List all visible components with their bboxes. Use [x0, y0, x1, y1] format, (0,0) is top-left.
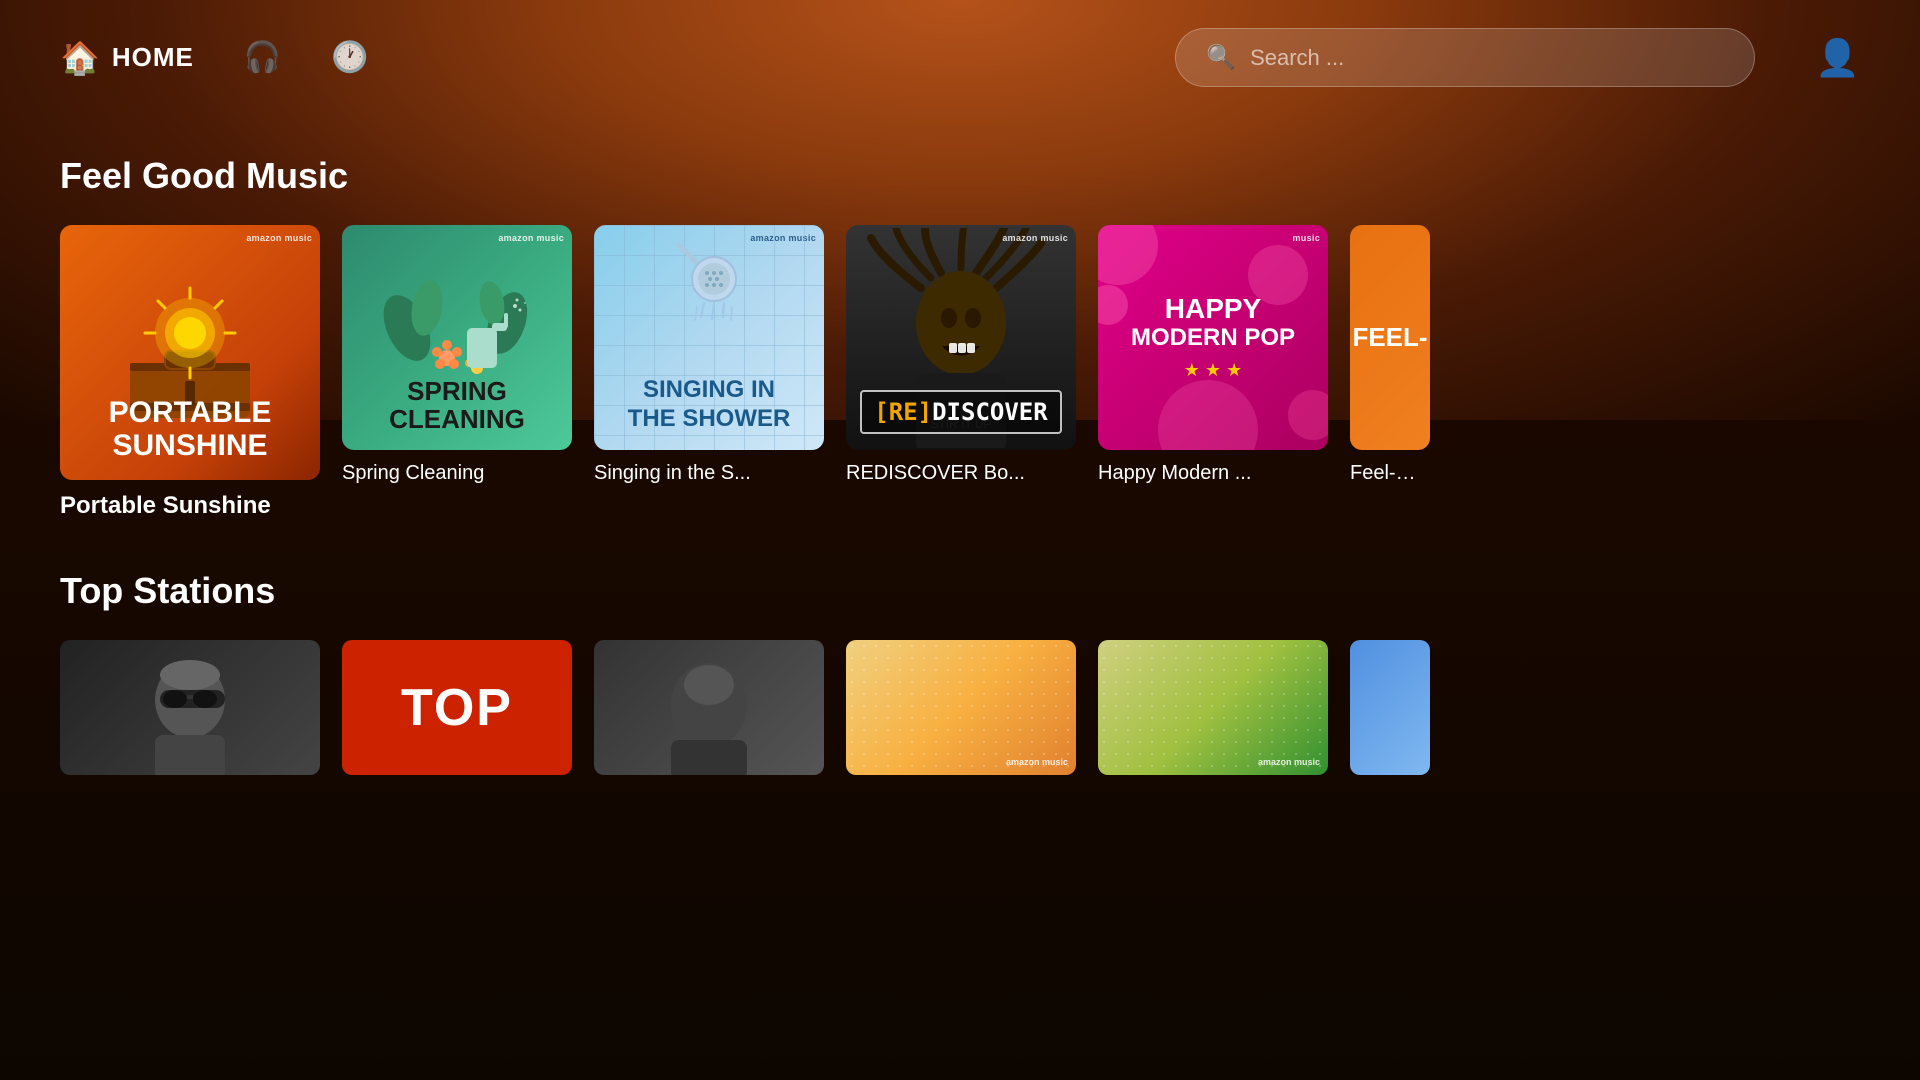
header: 🏠 HOME 🎧 🕐 🔍 Search ... 👤 [0, 0, 1920, 115]
top-stations-title: Top Stations [60, 570, 1860, 612]
top-stations-section: Top Stations [0, 570, 1920, 775]
happy-text-line2: MODERN POP [1131, 325, 1295, 351]
portable-text-line2: SUNSHINE [60, 429, 320, 462]
star2: ★ [1205, 360, 1221, 381]
amazon-badge-2: amazon music [498, 233, 564, 243]
star3: ★ [1226, 360, 1242, 381]
home-label: HOME [112, 42, 194, 73]
search-placeholder: Search ... [1250, 45, 1344, 71]
card-label-singing: Singing in the S... [594, 462, 824, 485]
profile-icon[interactable]: 👤 [1815, 37, 1860, 79]
card-label-feel-partial: Feel-Go... [1350, 462, 1430, 485]
happy-text-line1: HAPPY [1131, 294, 1295, 325]
star1: ★ [1184, 360, 1200, 381]
card-portable-sunshine[interactable]: amazon music [60, 225, 320, 520]
search-bar[interactable]: 🔍 Search ... [1175, 28, 1755, 87]
card-singing-shower[interactable]: amazon music [594, 225, 824, 520]
shower-illustration [649, 235, 769, 335]
feel-good-section: Feel Good Music amazon music [0, 155, 1920, 520]
portable-text-line1: PORTABLE [60, 396, 320, 429]
rediscover-text: [RE]DISCOVER [874, 398, 1047, 426]
card-label-spring: Spring Cleaning [342, 462, 572, 485]
amazon-badge-station4: amazon music [1006, 757, 1068, 767]
spring-text-line2: CLEANING [342, 405, 572, 434]
station-card-gradient1[interactable]: amazon music [846, 640, 1076, 775]
history-icon[interactable]: 🕐 [331, 40, 368, 75]
card-label-rediscover: REDISCOVER Bo... [846, 462, 1076, 485]
home-nav[interactable]: 🏠 HOME [60, 39, 194, 77]
feel-partial-text: FEEL- [1350, 312, 1430, 363]
home-icon: 🏠 [60, 39, 100, 77]
station-person1-illustration [60, 640, 320, 775]
singing-text-line1: SINGING IN [594, 376, 824, 405]
card-label-portable: Portable Sunshine [60, 492, 320, 520]
amazon-badge-station5: amazon music [1258, 757, 1320, 767]
top-station-text: ToP [401, 678, 513, 738]
station-card-top[interactable]: ToP [342, 640, 572, 775]
amazon-badge-1: amazon music [246, 233, 312, 243]
card-rediscover[interactable]: amazon music [846, 225, 1076, 520]
top-stations-card-row: ToP [60, 640, 1860, 775]
spring-text-line1: SPRING [342, 377, 572, 406]
station-person2-illustration [594, 640, 824, 775]
card-label-happy: Happy Modern ... [1098, 462, 1328, 485]
station-card-person1[interactable] [60, 640, 320, 775]
station-card-person2[interactable] [594, 640, 824, 775]
station-card-gradient2[interactable]: amazon music [1098, 640, 1328, 775]
search-icon: 🔍 [1206, 43, 1236, 72]
headphones-icon[interactable]: 🎧 [244, 40, 281, 75]
card-spring-cleaning[interactable]: amazon music [342, 225, 572, 520]
singing-text-line2: THE SHOWER [594, 405, 824, 434]
re-bracket: [RE] [874, 398, 932, 426]
card-happy-modern[interactable]: music HAPPY MODERN POP [1098, 225, 1328, 520]
feel-good-title: Feel Good Music [60, 155, 1860, 197]
feel-good-card-row: amazon music [60, 225, 1860, 520]
card-feel-good-partial[interactable]: FEEL- Feel-Go... [1350, 225, 1430, 520]
amazon-badge-4: amazon music [1002, 233, 1068, 243]
station-card-blue[interactable] [1350, 640, 1430, 775]
